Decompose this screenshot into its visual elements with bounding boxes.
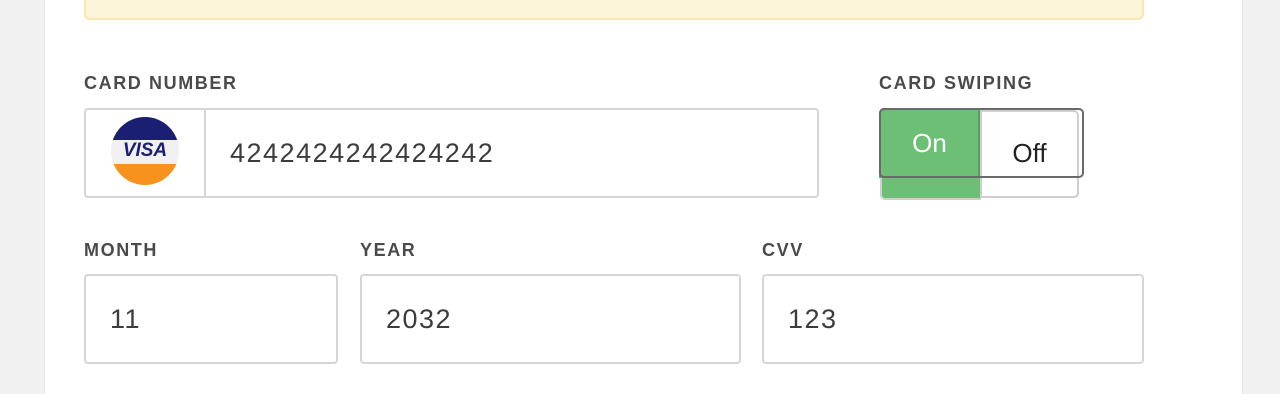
month-label: MONTH [84,240,158,260]
card-number-label: CARD NUMBER [84,73,238,93]
month-input[interactable] [86,276,336,362]
cvv-field[interactable] [762,274,1144,364]
card-swiping-label: CARD SWIPING [879,73,1034,93]
year-label: YEAR [360,240,417,260]
card-number-input[interactable] [206,110,817,196]
card-number-field[interactable]: VISA [84,108,819,198]
year-field[interactable] [360,274,741,364]
card-swiping-toggle[interactable]: Off On [879,108,1084,200]
year-input[interactable] [362,276,739,362]
cvv-input[interactable] [764,276,1142,362]
cvv-label: CVV [762,240,804,260]
toggle-on-button[interactable]: On [879,108,980,178]
month-field[interactable] [84,274,338,364]
toggle-off-button[interactable]: Off [980,110,1079,198]
visa-card-icon: VISA [110,116,180,191]
notice-banner [84,0,1144,20]
card-brand-cell: VISA [86,110,206,196]
visa-brand-text: VISA [123,140,167,161]
